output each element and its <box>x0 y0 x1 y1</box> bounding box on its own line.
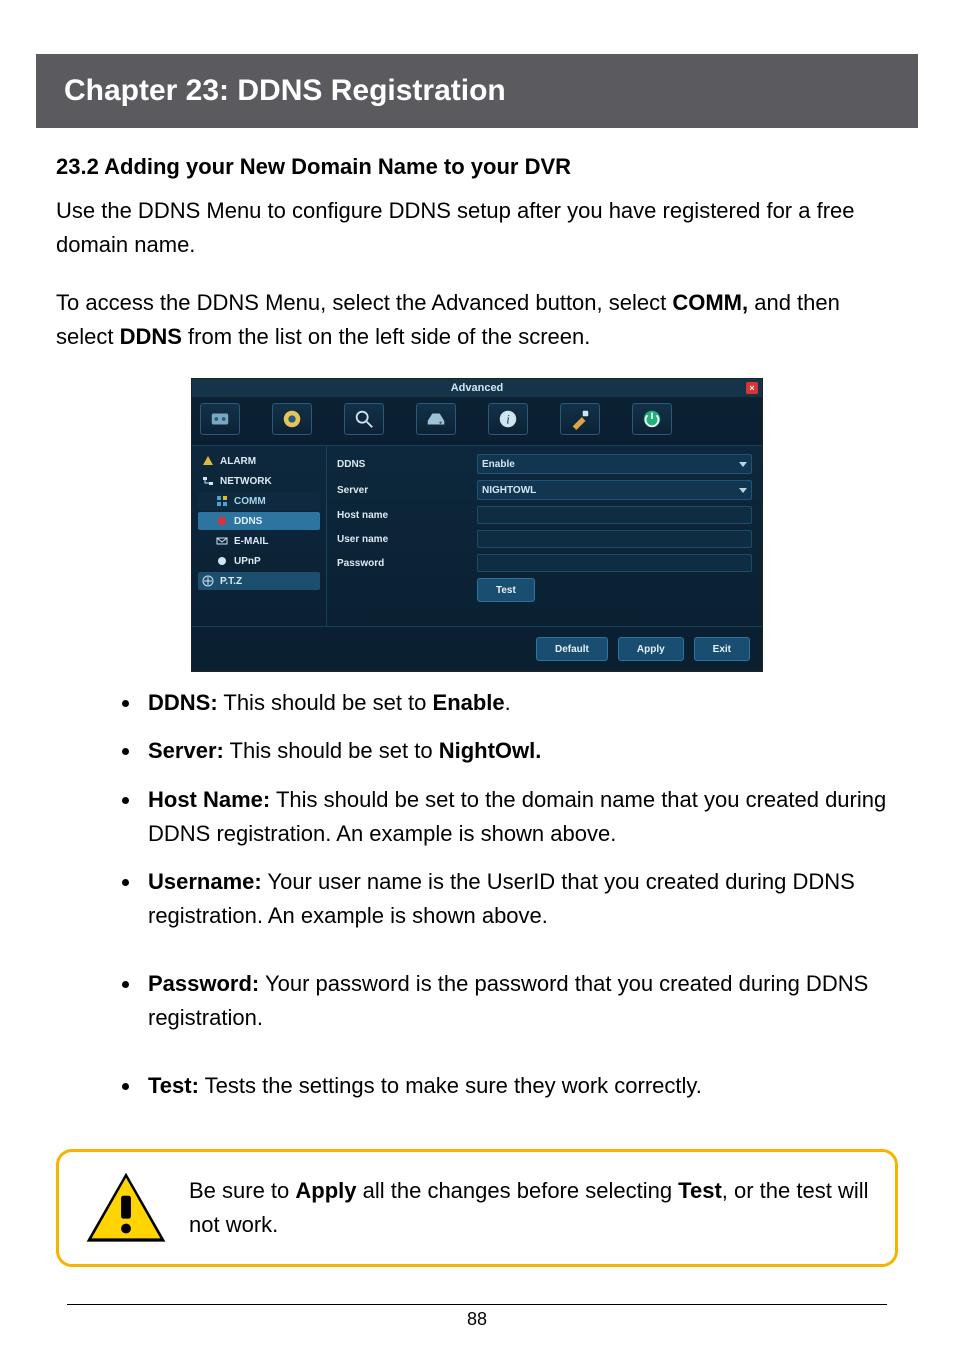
label-ddns: DDNS <box>337 459 477 470</box>
window-title: Advanced <box>198 382 756 394</box>
sidebar-item-email[interactable]: E-MAIL <box>198 532 320 550</box>
bullet-password: Password: Your password is the password … <box>142 967 898 1035</box>
toolbar-power-icon[interactable] <box>632 403 672 435</box>
chevron-down-icon <box>739 462 747 467</box>
dialog-footer: Default Apply Exit <box>192 626 762 671</box>
bullet-ddns: DDNS: This should be set to Enable. <box>142 686 898 720</box>
intro-paragraph-1: Use the DDNS Menu to configure DDNS setu… <box>56 194 898 262</box>
toolbar-info-icon[interactable]: i <box>488 403 528 435</box>
bullet-server: Server: This should be set to NightOwl. <box>142 734 898 768</box>
apply-button[interactable]: Apply <box>618 637 684 661</box>
sidebar: ALARM NETWORK COMM DDNS E-MAIL <box>192 446 326 626</box>
dvr-screenshot: Advanced × i <box>191 378 763 672</box>
page-number: 88 <box>67 1304 887 1330</box>
sidebar-item-alarm[interactable]: ALARM <box>198 452 320 470</box>
warning-icon <box>85 1171 167 1245</box>
close-icon[interactable]: × <box>746 382 758 394</box>
sidebar-item-ptz[interactable]: P.T.Z <box>198 572 320 590</box>
chapter-title: Chapter 23: DDNS Registration <box>64 74 890 108</box>
sidebar-item-ddns[interactable]: DDNS <box>198 512 320 530</box>
sidebar-item-comm[interactable]: COMM <box>198 492 320 510</box>
select-ddns[interactable]: Enable <box>477 454 752 474</box>
form-panel: DDNS Enable Server NIGHTOWL Host name <box>326 446 762 626</box>
sidebar-item-upnp[interactable]: UPnP <box>198 552 320 570</box>
label-server: Server <box>337 485 477 496</box>
toolbar-search-icon[interactable] <box>344 403 384 435</box>
toolbar: i <box>192 397 762 446</box>
test-button[interactable]: Test <box>477 578 535 602</box>
toolbar-record-icon[interactable] <box>272 403 312 435</box>
input-username[interactable] <box>477 530 752 548</box>
toolbar-general-icon[interactable] <box>200 403 240 435</box>
chapter-title-bar: Chapter 23: DDNS Registration <box>36 54 918 128</box>
input-hostname[interactable] <box>477 506 752 524</box>
section-heading: 23.2 Adding your New Domain Name to your… <box>56 154 898 180</box>
label-password: Password <box>337 558 477 569</box>
warning-callout: Be sure to Apply all the changes before … <box>56 1149 898 1267</box>
window-titlebar: Advanced × <box>192 379 762 397</box>
label-username: User name <box>337 534 477 545</box>
sidebar-item-network[interactable]: NETWORK <box>198 472 320 490</box>
select-server[interactable]: NIGHTOWL <box>477 480 752 500</box>
input-password[interactable] <box>477 554 752 572</box>
exit-button[interactable]: Exit <box>694 637 750 661</box>
chevron-down-icon <box>739 488 747 493</box>
toolbar-maintain-icon[interactable] <box>560 403 600 435</box>
svg-text:i: i <box>506 413 510 427</box>
default-button[interactable]: Default <box>536 637 608 661</box>
toolbar-hdd-icon[interactable] <box>416 403 456 435</box>
bullet-username: Username: Your user name is the UserID t… <box>142 865 898 933</box>
label-hostname: Host name <box>337 510 477 521</box>
bullet-hostname: Host Name: This should be set to the dom… <box>142 783 898 851</box>
intro-paragraph-2: To access the DDNS Menu, select the Adva… <box>56 286 898 354</box>
bullet-list: DDNS: This should be set to Enable. Serv… <box>56 686 898 1103</box>
bullet-test: Test: Tests the settings to make sure th… <box>142 1069 898 1103</box>
